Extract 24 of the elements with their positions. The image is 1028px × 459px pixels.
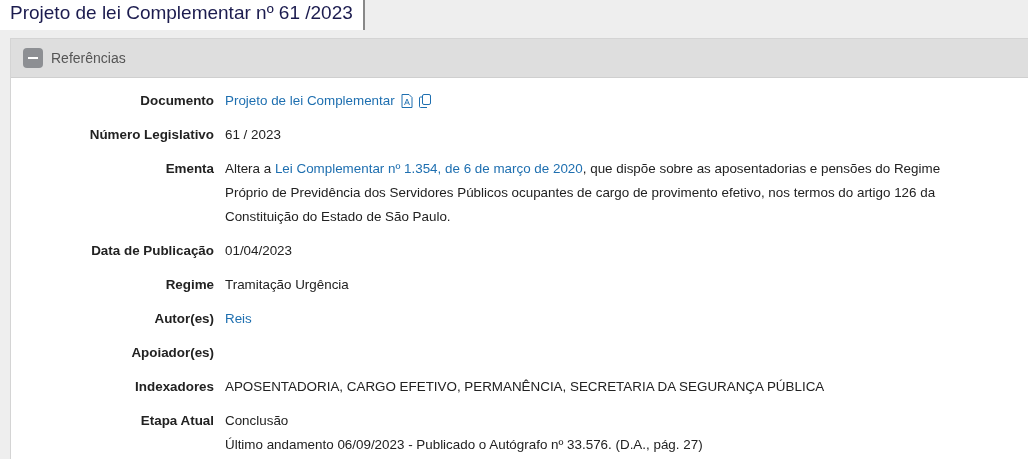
field-label: Etapa Atual bbox=[140, 413, 214, 428]
field-label: Número Legislativo bbox=[89, 127, 214, 142]
ementa-text: Altera a Lei Complementar nº 1.354, de 6 de março de 2020, que dispõe sobre as aposentadorias e pensões do Regime Próprio de Previdência dos Servidores Públicos ocupantes de cargo de provimento efetivo, nos termos do artigo 126 da Constituição do Estado de São Paulo. bbox=[225, 161, 941, 224]
field-label: Data de Publicação bbox=[91, 243, 214, 258]
field-value: 61 / 2023 bbox=[225, 127, 281, 142]
author-link[interactable]: Reis bbox=[225, 311, 252, 326]
field-value: 01/04/2023 bbox=[225, 243, 293, 258]
page-tab[interactable]: Projeto de lei Complementar nº 61 /2023 bbox=[0, 0, 365, 30]
law-link[interactable]: Lei Complementar nº 1.354, de 6 de março de 2020 bbox=[274, 161, 583, 176]
field-value: Tramitação Urgência bbox=[225, 277, 349, 292]
pdf-icon[interactable] bbox=[400, 94, 413, 108]
field-value: Último andamento 06/09/2023 - Publicado o Autógrafo nº 33.576. (D.A., pág. 27) bbox=[225, 436, 704, 454]
field-value: APOSENTADORIA, CARGO EFETIVO, PERMANÊNCIA, SECRETARIA DA SEGURANÇA PÚBLICA bbox=[225, 379, 825, 394]
field-label: Documento bbox=[140, 93, 214, 108]
field-label: Apoiador(es) bbox=[131, 345, 214, 360]
collapse-button[interactable] bbox=[23, 48, 43, 68]
document-link[interactable]: Projeto de lei Complementar bbox=[225, 89, 395, 113]
field-label: Autor(es) bbox=[154, 311, 214, 326]
copy-icon[interactable] bbox=[418, 94, 431, 108]
field-value: Conclusão bbox=[225, 412, 290, 430]
field-label: Indexadores bbox=[135, 379, 214, 394]
panel-title: Referências bbox=[51, 50, 126, 66]
field-label: Ementa bbox=[165, 161, 214, 176]
field-label: Regime bbox=[165, 277, 214, 292]
